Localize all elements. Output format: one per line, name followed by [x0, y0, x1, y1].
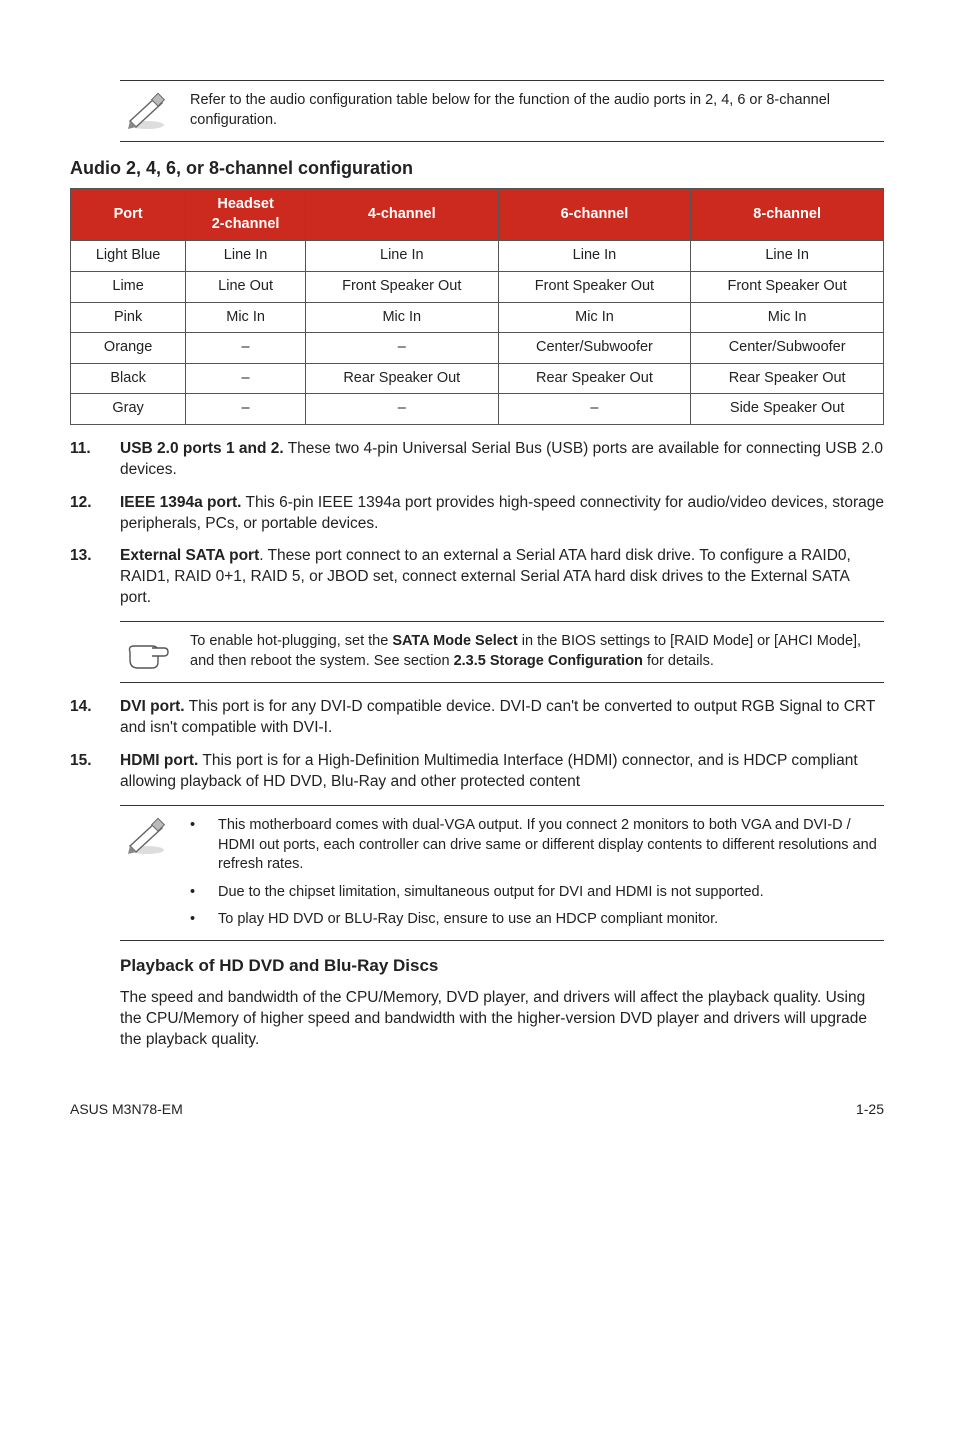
item-lead: DVI port.: [120, 698, 185, 715]
table-row: Orange––Center/SubwooferCenter/Subwoofer: [71, 333, 884, 364]
audio-config-heading: Audio 2, 4, 6, or 8-channel configuratio…: [70, 156, 884, 180]
table-cell: Pink: [71, 302, 186, 333]
port-description-list: 11. USB 2.0 ports 1 and 2. These two 4-p…: [70, 439, 884, 609]
table-cell: Lime: [71, 271, 186, 302]
note-audio-config: Refer to the audio configuration table b…: [120, 80, 884, 142]
table-cell: Line Out: [186, 271, 306, 302]
bullet-icon: •: [190, 910, 200, 930]
note-text: • This motherboard comes with dual-VGA ou…: [190, 816, 880, 930]
table-cell: Mic In: [305, 302, 498, 333]
bullet-text: This motherboard comes with dual-VGA out…: [218, 816, 880, 875]
table-cell: –: [186, 363, 306, 394]
item-body: IEEE 1394a port. This 6-pin IEEE 1394a p…: [120, 493, 884, 535]
table-row: Gray–––Side Speaker Out: [71, 394, 884, 425]
note-bold: 2.3.5 Storage Configuration: [454, 653, 643, 669]
table-cell: Black: [71, 363, 186, 394]
bullet-icon: •: [190, 883, 200, 903]
port-description-list-cont: 14. DVI port. This port is for any DVI-D…: [70, 697, 884, 793]
table-header: Headset2-channel: [186, 189, 306, 241]
table-cell: –: [305, 394, 498, 425]
item-number: 13.: [70, 546, 102, 609]
table-cell: Rear Speaker Out: [498, 363, 691, 394]
table-cell: Mic In: [691, 302, 884, 333]
list-item-14: 14. DVI port. This port is for any DVI-D…: [70, 697, 884, 739]
table-cell: Line In: [305, 241, 498, 272]
item-lead: HDMI port.: [120, 752, 198, 769]
item-rest: This port is for any DVI-D compatible de…: [120, 698, 875, 736]
list-item-12: 12. IEEE 1394a port. This 6-pin IEEE 139…: [70, 493, 884, 535]
table-header: 4-channel: [305, 189, 498, 241]
list-item-11: 11. USB 2.0 ports 1 and 2. These two 4-p…: [70, 439, 884, 481]
note-text: To enable hot-plugging, set the SATA Mod…: [190, 632, 880, 671]
item-number: 12.: [70, 493, 102, 535]
footer-left: ASUS M3N78-EM: [70, 1100, 183, 1119]
table-cell: –: [186, 333, 306, 364]
bullet-icon: •: [190, 816, 200, 875]
table-row: PinkMic InMic InMic InMic In: [71, 302, 884, 333]
table-cell: Front Speaker Out: [691, 271, 884, 302]
note-bold: SATA Mode Select: [392, 633, 517, 649]
bullet-text: Due to the chipset limitation, simultane…: [218, 883, 764, 903]
table-row: LimeLine OutFront Speaker OutFront Speak…: [71, 271, 884, 302]
note-text: Refer to the audio configuration table b…: [190, 91, 880, 130]
item-body: External SATA port. These port connect t…: [120, 546, 884, 609]
list-item-13: 13. External SATA port. These port conne…: [70, 546, 884, 609]
hand-pointing-icon: [124, 632, 170, 672]
item-body: HDMI port. This port is for a High-Defin…: [120, 751, 884, 793]
item-number: 14.: [70, 697, 102, 739]
audio-config-table: PortHeadset2-channel4-channel6-channel8-…: [70, 188, 884, 425]
table-cell: Side Speaker Out: [691, 394, 884, 425]
item-lead: USB 2.0 ports 1 and 2.: [120, 440, 284, 457]
table-cell: Center/Subwoofer: [498, 333, 691, 364]
table-header: 6-channel: [498, 189, 691, 241]
bullet-text: To play HD DVD or BLU-Ray Disc, ensure t…: [218, 910, 718, 930]
table-header: Port: [71, 189, 186, 241]
table-cell: Mic In: [498, 302, 691, 333]
table-row: Light BlueLine InLine InLine InLine In: [71, 241, 884, 272]
table-cell: –: [186, 394, 306, 425]
note-sata-hotplug: To enable hot-plugging, set the SATA Mod…: [120, 621, 884, 683]
pencil-icon: [124, 91, 170, 131]
table-cell: Rear Speaker Out: [305, 363, 498, 394]
list-item-15: 15. HDMI port. This port is for a High-D…: [70, 751, 884, 793]
table-cell: Line In: [186, 241, 306, 272]
playback-heading: Playback of HD DVD and Blu-Ray Discs: [120, 955, 884, 978]
table-row: Black–Rear Speaker OutRear Speaker OutRe…: [71, 363, 884, 394]
item-number: 15.: [70, 751, 102, 793]
table-cell: Mic In: [186, 302, 306, 333]
item-lead: IEEE 1394a port.: [120, 494, 241, 511]
pencil-icon: [124, 816, 170, 856]
footer-right: 1-25: [856, 1100, 884, 1119]
table-header: 8-channel: [691, 189, 884, 241]
item-body: USB 2.0 ports 1 and 2. These two 4-pin U…: [120, 439, 884, 481]
table-cell: Front Speaker Out: [305, 271, 498, 302]
note-fragment: To enable hot-plugging, set the: [190, 633, 392, 649]
table-cell: –: [498, 394, 691, 425]
item-rest: This port is for a High-Definition Multi…: [120, 752, 858, 790]
note-dual-vga: • This motherboard comes with dual-VGA ou…: [120, 805, 884, 941]
table-cell: –: [305, 333, 498, 364]
table-cell: Center/Subwoofer: [691, 333, 884, 364]
table-cell: Gray: [71, 394, 186, 425]
table-cell: Line In: [691, 241, 884, 272]
table-cell: Line In: [498, 241, 691, 272]
item-body: DVI port. This port is for any DVI-D com…: [120, 697, 884, 739]
page-footer: ASUS M3N78-EM 1-25: [70, 1100, 884, 1119]
table-cell: Front Speaker Out: [498, 271, 691, 302]
table-cell: Light Blue: [71, 241, 186, 272]
table-cell: Orange: [71, 333, 186, 364]
note-fragment: for details.: [643, 653, 714, 669]
item-number: 11.: [70, 439, 102, 481]
playback-body: The speed and bandwidth of the CPU/Memor…: [120, 988, 884, 1051]
item-lead: External SATA port: [120, 547, 259, 564]
table-cell: Rear Speaker Out: [691, 363, 884, 394]
